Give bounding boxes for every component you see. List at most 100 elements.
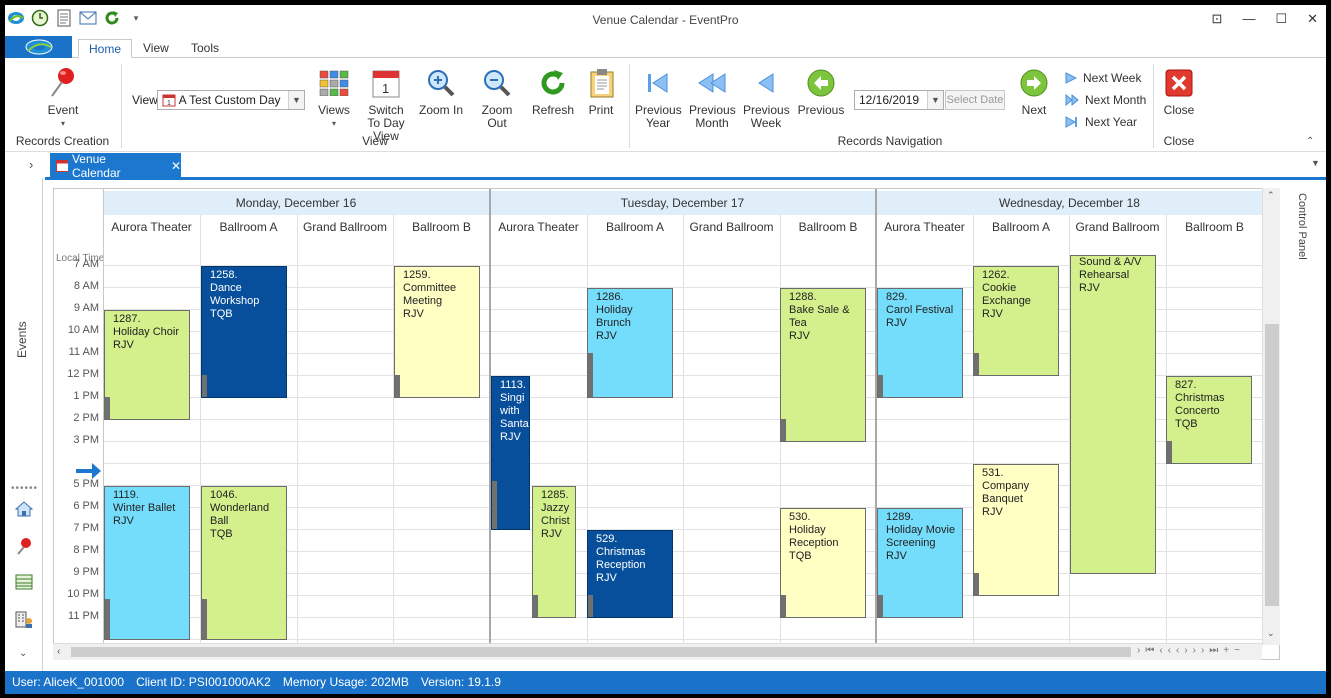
- next-month-button[interactable]: Next Month: [1065, 93, 1146, 107]
- scroll-down-icon[interactable]: ⌄: [1267, 628, 1275, 639]
- appointment[interactable]: 1289. Holiday Movie Screening RJV: [877, 508, 963, 618]
- scroll-thumb[interactable]: [71, 647, 1131, 657]
- event-button[interactable]: Event ▾: [43, 66, 83, 130]
- minimize-button[interactable]: —: [1242, 11, 1255, 27]
- double-arrow-right-icon: [1065, 94, 1079, 106]
- tab-venue-calendar-label: Venue Calendar: [71, 151, 121, 180]
- pushpin-icon: [46, 66, 80, 100]
- control-panel-tab[interactable]: Control Panel: [1288, 193, 1316, 273]
- venue-calendar-scheduler[interactable]: Monday, December 16 Tuesday, December 17…: [53, 188, 1280, 660]
- appointment[interactable]: 1259. Committee Meeting RJV: [394, 266, 480, 398]
- appointment[interactable]: 1285. Jazzy Christ RJV: [532, 486, 576, 618]
- appointment[interactable]: 1286. Holiday Brunch RJV: [587, 288, 673, 398]
- splitter-grip[interactable]: ••••••: [11, 483, 38, 494]
- chevron-down-icon: ▼: [288, 91, 304, 109]
- day-header-tuesday[interactable]: Tuesday, December 17: [490, 191, 876, 215]
- appointment[interactable]: 1046. Wonderland Ball TQB: [201, 486, 287, 640]
- resource-column-line: [683, 215, 684, 659]
- previous-month-button[interactable]: Previous Month: [689, 66, 736, 130]
- previous-button[interactable]: Previous: [797, 66, 845, 117]
- left-side-panel: Events •••••• ⌄: [5, 178, 43, 671]
- resource-column-line: [297, 215, 298, 659]
- restore-layout-icon[interactable]: ⊡: [1212, 11, 1223, 27]
- resource-header: Ballroom A: [991, 220, 1051, 234]
- resource-header: Ballroom B: [798, 220, 858, 234]
- appointment[interactable]: 1287. Holiday Choir RJV: [104, 310, 190, 420]
- tab-home[interactable]: Home: [78, 39, 133, 58]
- appointment[interactable]: 827. Christmas Concerto TQB: [1166, 376, 1252, 464]
- resource-header: Grand Ballroom: [689, 220, 774, 234]
- views-label: Views: [318, 103, 350, 117]
- select-date-button[interactable]: Select Date: [945, 90, 1005, 110]
- grid-views-icon: [317, 66, 351, 100]
- views-dropdown-icon: ▾: [331, 119, 336, 128]
- previous-week-button[interactable]: Previous Week: [743, 66, 790, 130]
- resource-header: Aurora Theater: [498, 220, 579, 234]
- expand-panel-chevron-icon[interactable]: ›: [29, 157, 33, 172]
- resource-header: Ballroom A: [605, 220, 665, 234]
- tab-underline: [45, 177, 1326, 180]
- scroll-left-icon[interactable]: ‹: [57, 646, 60, 657]
- maximize-button[interactable]: ☐: [1275, 11, 1287, 27]
- appointment[interactable]: Sound & A/V Rehearsal RJV: [1070, 255, 1156, 574]
- zoom-out-button[interactable]: Zoom Out: [471, 66, 523, 130]
- time-label: 12 PM: [67, 368, 99, 380]
- building-user-icon[interactable]: [15, 610, 33, 631]
- scroll-thumb[interactable]: [1265, 324, 1279, 606]
- appointment[interactable]: 1258. Dance Workshop TQB: [201, 266, 287, 398]
- arrow-left-icon: [749, 66, 783, 100]
- date-picker[interactable]: 12/16/2019 ▼: [854, 90, 944, 110]
- zoom-in-label: Zoom In: [419, 103, 464, 117]
- view-select[interactable]: 1 A Test Custom Day ▼: [157, 90, 305, 110]
- time-label: 8 AM: [73, 280, 99, 292]
- next-week-label: Next Week: [1083, 71, 1142, 85]
- panel-chevron-down-icon[interactable]: ⌄: [19, 648, 27, 659]
- appointment[interactable]: 829. Carol Festival RJV: [877, 288, 963, 398]
- appointment[interactable]: 1113. Singi with Santa RJV: [491, 376, 530, 530]
- record-navigator-icons[interactable]: ›⏮‹‹‹›››⏭+−: [1137, 645, 1245, 656]
- appointment[interactable]: 531. Company Banquet RJV: [973, 464, 1059, 596]
- appointment[interactable]: 1119. Winter Ballet RJV: [104, 486, 190, 640]
- arrow-right-icon: [1065, 72, 1077, 84]
- time-label: 10 AM: [67, 324, 99, 336]
- home-icon[interactable]: [14, 501, 34, 520]
- previous-year-button[interactable]: Previous Year: [635, 66, 682, 130]
- zoom-in-button[interactable]: Zoom In: [419, 66, 463, 117]
- application-menu-button[interactable]: [5, 36, 72, 58]
- appointment[interactable]: 1262. Cookie Exchange RJV: [973, 266, 1059, 376]
- tab-tools[interactable]: Tools: [181, 39, 229, 58]
- appointment[interactable]: 530. Holiday Reception TQB: [780, 508, 866, 618]
- appointment[interactable]: 1288. Bake Sale & Tea RJV: [780, 288, 866, 442]
- day-header-monday[interactable]: Monday, December 16: [103, 191, 490, 215]
- vertical-scrollbar[interactable]: ⌃ ⌄: [1262, 188, 1280, 645]
- print-button[interactable]: Print: [585, 66, 617, 117]
- zoom-out-label: Zoom Out: [481, 103, 513, 130]
- day-header-wednesday[interactable]: Wednesday, December 18: [876, 191, 1263, 215]
- close-tab-icon[interactable]: ✕: [171, 159, 181, 173]
- horizontal-scrollbar[interactable]: ‹ ›⏮‹‹‹›››⏭+−: [53, 643, 1262, 660]
- previous-label: Previous: [797, 103, 845, 117]
- tab-venue-calendar[interactable]: Venue Calendar ✕: [50, 151, 181, 180]
- clipboard-icon: [585, 66, 619, 100]
- next-week-button[interactable]: Next Week: [1065, 71, 1141, 85]
- list-icon[interactable]: [15, 574, 33, 593]
- tab-list-chevron-icon[interactable]: ▼: [1311, 158, 1320, 168]
- switch-to-day-view-button[interactable]: 1 Switch To Day View: [361, 66, 411, 143]
- app-window: ▾ Venue Calendar - EventPro ⊡ — ☐ ✕ Home…: [5, 5, 1326, 694]
- next-year-button[interactable]: Next Year: [1065, 115, 1137, 129]
- view-group-label: View: [362, 134, 388, 148]
- tab-view[interactable]: View: [133, 39, 179, 58]
- double-arrow-left-icon: [695, 66, 729, 100]
- close-button[interactable]: Close: [1161, 66, 1197, 117]
- ribbon: Event ▾ Records Creation View 1 A Test C…: [5, 58, 1326, 152]
- scroll-up-icon[interactable]: ⌃: [1267, 190, 1275, 201]
- events-panel-label[interactable]: Events: [15, 321, 29, 358]
- close-window-button[interactable]: ✕: [1307, 11, 1318, 27]
- next-button[interactable]: Next: [1015, 66, 1053, 117]
- refresh-button[interactable]: Refresh: [531, 66, 575, 117]
- pushpin-icon[interactable]: [16, 537, 32, 558]
- previous-year-label: Previous Year: [635, 103, 682, 130]
- views-button[interactable]: Views ▾: [316, 66, 352, 130]
- collapse-ribbon-icon[interactable]: ⌃: [1306, 136, 1314, 147]
- appointment[interactable]: 529. Christmas Reception RJV: [587, 530, 673, 618]
